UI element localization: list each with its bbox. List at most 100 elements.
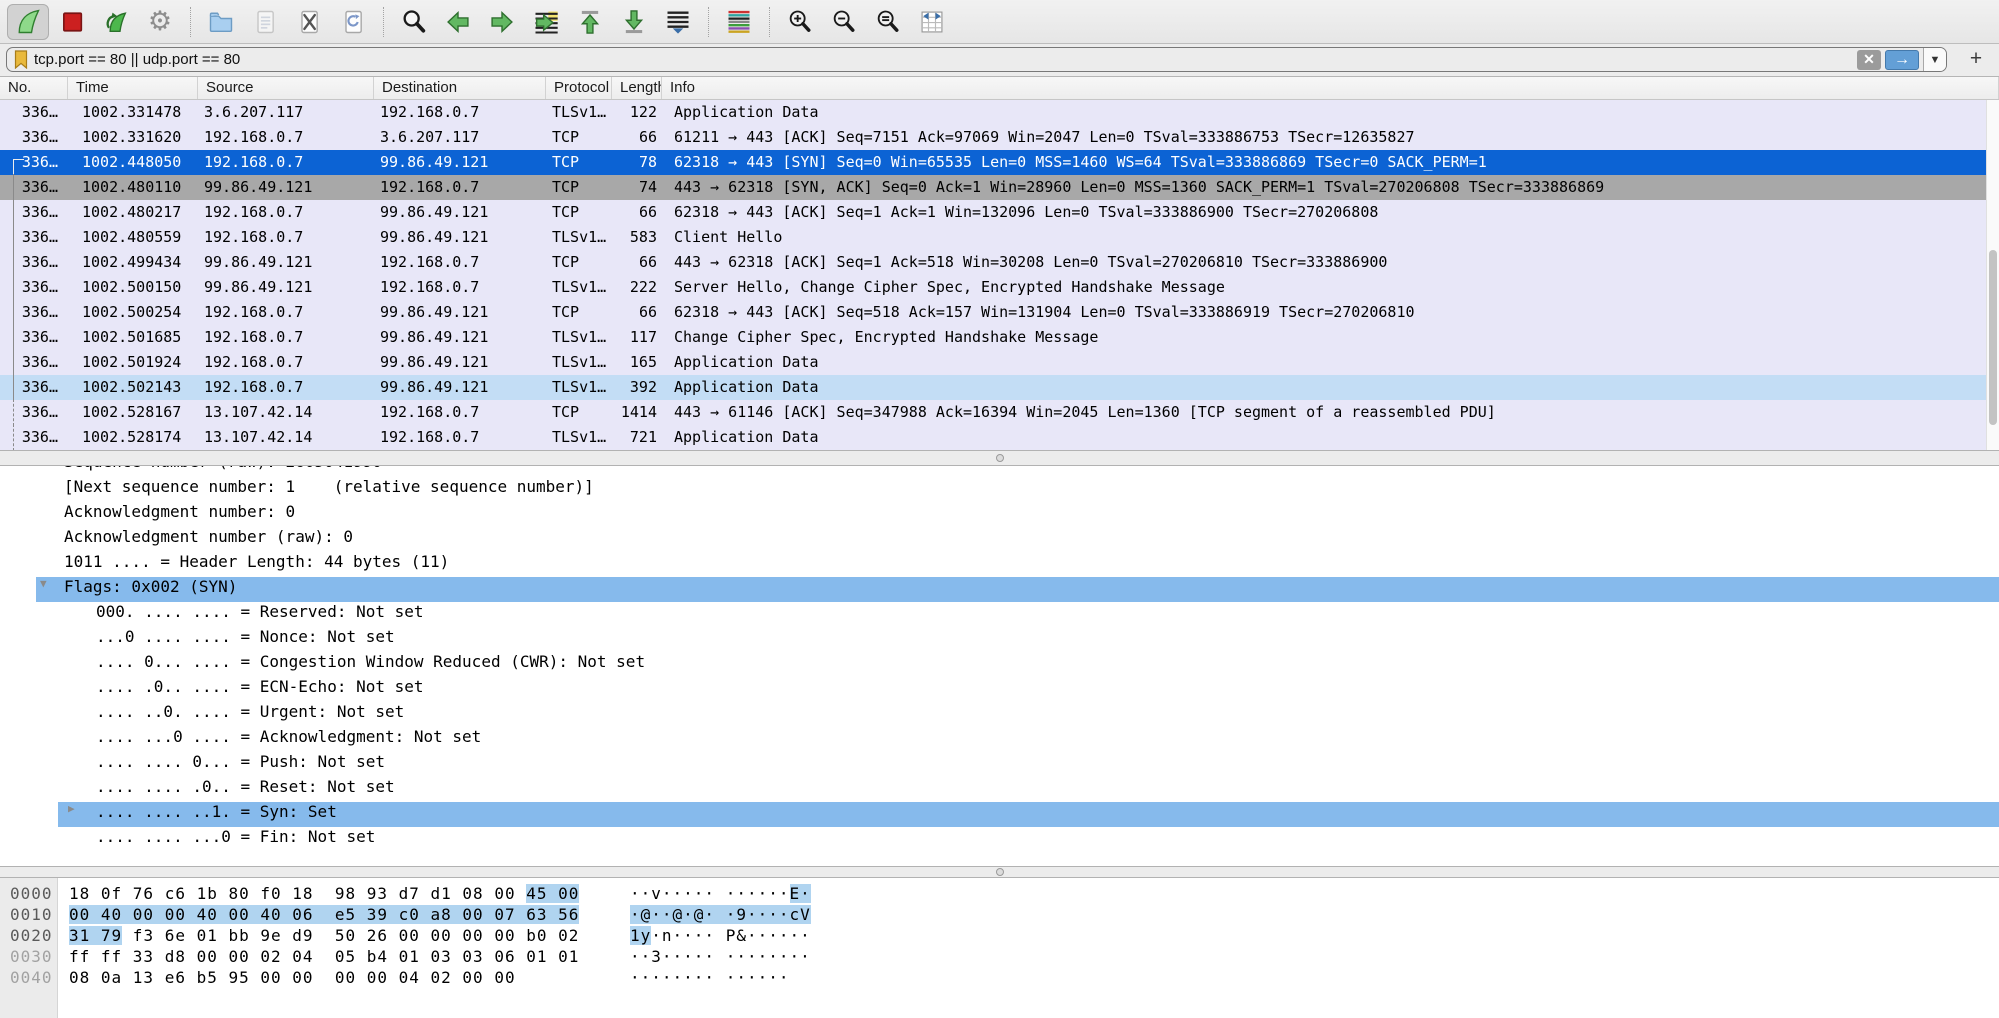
detail-text: .... .... ...0 = Fin: Not set [96,827,375,846]
packet-row[interactable]: 336…1002.480559192.168.0.799.86.49.121TL… [0,225,1999,250]
packet-row[interactable]: 336…1002.3314783.6.207.117192.168.0.7TLS… [0,100,1999,125]
packet-row[interactable]: 336…1002.52817413.107.42.14192.168.0.7TL… [0,425,1999,450]
zoom-out-button[interactable] [823,4,865,40]
details-bytes-splitter[interactable] [0,866,1999,878]
packet-row[interactable]: 336…1002.502143192.168.0.799.86.49.121TL… [0,375,1999,400]
bookmark-icon[interactable] [14,50,28,69]
column-header-source[interactable]: Source [198,77,374,99]
packet-cell-protocol: TCP [546,300,612,325]
packet-cell-time: 1002.480559 [68,225,198,250]
hex-bytes[interactable]: 31 79 f3 6e 01 bb 9e d9 50 26 00 00 00 0… [69,926,579,945]
hex-bytes[interactable]: 08 0a 13 e6 b5 95 00 00 00 00 04 02 00 0… [69,968,516,987]
go-last-packet-button[interactable] [613,4,655,40]
detail-row[interactable]: .... .... 0... = Push: Not set [0,752,1999,777]
open-file-button[interactable] [200,4,242,40]
hex-bytes[interactable]: 18 0f 76 c6 1b 80 f0 18 98 93 d7 d1 08 0… [69,884,579,903]
stop-capture-button[interactable] [51,4,93,40]
expander-closed-icon[interactable]: ▶ [68,802,75,815]
zoom-in-button[interactable] [779,4,821,40]
packet-row[interactable]: 336…1002.448050192.168.0.799.86.49.121TC… [0,150,1999,175]
detail-text: .... 0... .... = Congestion Window Reduc… [96,652,645,671]
packet-cell-no: 336… [0,200,68,225]
detail-row[interactable]: .... 0... .... = Congestion Window Reduc… [0,652,1999,677]
packet-list-scrollbar[interactable] [1986,100,1999,450]
detail-row[interactable]: Acknowledgment number: 0 [0,502,1999,527]
detail-row[interactable]: .... .... ...0 = Fin: Not set [0,827,1999,852]
expander-open-icon[interactable]: ▼ [40,577,47,590]
start-capture-button[interactable] [7,4,49,40]
column-header-destination[interactable]: Destination [374,77,546,99]
hex-ascii[interactable]: ········ ······ [630,968,790,987]
packet-row[interactable]: 336…1002.501685192.168.0.799.86.49.121TL… [0,325,1999,350]
packet-cell-source: 99.86.49.121 [198,250,374,275]
hex-ascii[interactable]: ··3····· ········ [630,947,811,966]
packet-cell-length: 66 [612,250,662,275]
arrow-up-bar-icon [576,8,604,36]
go-back-button[interactable] [437,4,479,40]
auto-scroll-button[interactable] [657,4,699,40]
hex-bytes[interactable]: ff ff 33 d8 00 00 02 04 05 b4 01 03 03 0… [69,947,579,966]
packet-row[interactable]: 336…1002.48011099.86.49.121192.168.0.7TC… [0,175,1999,200]
detail-row[interactable]: ▼Flags: 0x002 (SYN) [0,577,1999,602]
detail-row[interactable]: .... .0.. .... = ECN-Echo: Not set [0,677,1999,702]
detail-row[interactable]: ▶ .... .... ..1. = Syn: Set [0,802,1999,827]
packet-row[interactable]: 336…1002.52816713.107.42.14192.168.0.7TC… [0,400,1999,425]
go-to-packet-icon [532,8,560,36]
filter-input[interactable] [28,48,1857,71]
detail-row[interactable]: ...0 .... .... = Nonce: Not set [0,627,1999,652]
column-header-info[interactable]: Info [662,77,1999,99]
go-forward-button[interactable] [481,4,523,40]
detail-row[interactable]: 1011 .... = Header Length: 44 bytes (11) [0,552,1999,577]
packet-row[interactable]: 336…1002.49943499.86.49.121192.168.0.7TC… [0,250,1999,275]
detail-row[interactable]: [Next sequence number: 1 (relative seque… [0,477,1999,502]
detail-row[interactable]: Sequence number (raw): 2605041990 [0,466,1999,477]
packet-cell-length: 165 [612,350,662,375]
save-file-button[interactable] [244,4,286,40]
packet-cell-source: 13.107.42.14 [198,400,374,425]
detail-text: ...0 .... .... = Nonce: Not set [96,627,395,646]
column-header-no[interactable]: No. [0,77,68,99]
hex-ascii[interactable]: 1y·n···· P&······ [630,926,811,945]
column-header-length[interactable]: Length [612,77,662,99]
detail-text: .... .... ..1. = Syn: Set [96,802,337,821]
packet-row[interactable]: 336…1002.50015099.86.49.121192.168.0.7TL… [0,275,1999,300]
packet-cell-protocol: TLSv1… [546,375,612,400]
colorize-packets-button[interactable] [718,4,760,40]
close-file-button[interactable] [288,4,330,40]
scrollbar-thumb[interactable] [1989,250,1997,425]
display-filter-field[interactable]: ✕ → ▼ [6,47,1947,72]
go-first-packet-button[interactable] [569,4,611,40]
capture-options-button[interactable]: ⚙ [139,4,181,40]
detail-text: Acknowledgment number (raw): 0 [64,527,353,546]
hex-ascii[interactable]: ·@··@·@· ·9····cV [630,905,811,924]
hex-bytes-segment: f3 6e 01 bb 9e d9 50 26 00 00 00 00 b0 0… [122,926,579,945]
detail-row[interactable]: 000. .... .... = Reserved: Not set [0,602,1999,627]
chevron-down-icon[interactable]: ▼ [1923,48,1946,71]
packet-row[interactable]: 336…1002.480217192.168.0.799.86.49.121TC… [0,200,1999,225]
packet-row[interactable]: 336…1002.331620192.168.0.73.6.207.117TCP… [0,125,1999,150]
filter-clear-button[interactable]: ✕ [1857,50,1881,70]
find-packet-button[interactable] [393,4,435,40]
packet-cell-no: 336… [0,425,68,450]
detail-row[interactable]: .... ..0. .... = Urgent: Not set [0,702,1999,727]
resize-columns-button[interactable] [911,4,953,40]
hex-ascii[interactable]: ··v····· ······E· [630,884,811,903]
column-header-protocol[interactable]: Protocol [546,77,612,99]
add-filter-button[interactable]: + [1961,46,1991,72]
go-to-packet-button[interactable] [525,4,567,40]
packet-row[interactable]: 336…1002.501924192.168.0.799.86.49.121TL… [0,350,1999,375]
restart-capture-button[interactable] [95,4,137,40]
filter-apply-button[interactable]: → [1885,50,1919,70]
column-header-time[interactable]: Time [68,77,198,99]
arrow-right-icon [488,8,516,36]
list-details-splitter[interactable] [0,450,1999,466]
zoom-original-button[interactable] [867,4,909,40]
reload-file-button[interactable] [332,4,374,40]
reload-document-icon [339,8,367,36]
detail-row[interactable]: .... ...0 .... = Acknowledgment: Not set [0,727,1999,752]
detail-row[interactable]: .... .... .0.. = Reset: Not set [0,777,1999,802]
detail-row[interactable]: Acknowledgment number (raw): 0 [0,527,1999,552]
packet-row[interactable]: 336…1002.500254192.168.0.799.86.49.121TC… [0,300,1999,325]
hex-bytes[interactable]: 00 40 00 00 40 00 40 06 e5 39 c0 a8 00 0… [69,905,579,924]
packet-cell-time: 1002.501685 [68,325,198,350]
